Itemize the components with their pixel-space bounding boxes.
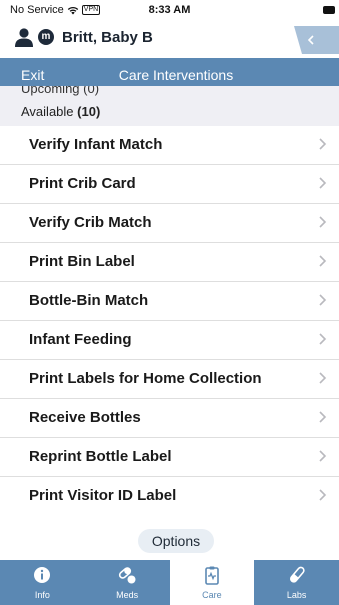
tab-info[interactable]: Info (0, 560, 85, 605)
chevron-right-icon (319, 294, 327, 306)
list-item-label: Verify Infant Match (29, 136, 163, 153)
chevron-right-icon (319, 333, 327, 345)
section-upcoming: Upcoming (0) (0, 86, 339, 98)
list-item-label: Reprint Bottle Label (29, 448, 172, 465)
list-item[interactable]: Verify Crib Match (0, 204, 339, 243)
patient-name: Britt, Baby B (62, 29, 153, 46)
list-item-label: Infant Feeding (29, 331, 132, 348)
section-available-count: (10) (77, 104, 101, 119)
section-available-label: Available (21, 104, 74, 119)
tab-meds[interactable]: Meds (85, 560, 170, 605)
list-item-label: Bottle-Bin Match (29, 292, 149, 309)
list-item[interactable]: Receive Bottles (0, 399, 339, 438)
patient-header[interactable]: m Britt, Baby B (0, 20, 339, 56)
options-button[interactable]: Options (138, 529, 214, 553)
patient-badge: m (38, 29, 54, 45)
clipboard-heartbeat-icon (205, 566, 219, 585)
chevron-right-icon (319, 177, 327, 189)
tab-label: Meds (116, 590, 139, 600)
chevron-right-icon (319, 450, 327, 462)
status-bar: No Service VPN 8:33 AM (0, 0, 339, 20)
list-item[interactable]: Print Visitor ID Label (0, 477, 339, 516)
list-item-label: Print Crib Card (29, 175, 136, 192)
chevron-right-icon (319, 255, 327, 267)
test-tube-icon (289, 566, 305, 583)
pills-icon (119, 567, 136, 584)
chevron-right-icon (319, 372, 327, 384)
list-item-label: Print Bin Label (29, 253, 135, 270)
info-icon (34, 567, 51, 583)
list-item[interactable]: Print Crib Card (0, 165, 339, 204)
list-item[interactable]: Infant Feeding (0, 321, 339, 360)
list-item[interactable]: Verify Infant Match (0, 126, 339, 165)
chevron-right-icon (319, 138, 327, 150)
list-item[interactable]: Print Bin Label (0, 243, 339, 282)
list-item[interactable]: Reprint Bottle Label (0, 438, 339, 477)
list-item-label: Verify Crib Match (29, 214, 152, 231)
chevron-right-icon (319, 216, 327, 228)
list-item[interactable]: Bottle-Bin Match (0, 282, 339, 321)
list-item-label: Print Visitor ID Label (29, 487, 177, 504)
person-icon (15, 28, 33, 47)
tab-label: Labs (286, 590, 307, 600)
chevron-right-icon (319, 411, 327, 423)
battery-icon (323, 6, 335, 14)
tab-care[interactable]: Care (169, 560, 255, 605)
tab-labs[interactable]: Labs (254, 560, 339, 605)
tab-label: Care (202, 590, 222, 600)
page-title: Care Interventions (118, 67, 234, 83)
list-item[interactable]: Print Labels for Home Collection (0, 360, 339, 399)
intervention-rows: Verify Infant Match Print Crib Card Verify… (0, 126, 339, 516)
section-available: Available (10) (0, 98, 339, 126)
interventions-list: Upcoming (0) Available (10) Verify Infan… (0, 86, 339, 560)
chevron-right-icon (319, 489, 327, 501)
app-screen: No Service VPN 8:33 AM m Britt, Baby B E… (0, 0, 339, 605)
status-time: 8:33 AM (148, 4, 191, 16)
list-item-label: Print Labels for Home Collection (29, 370, 262, 387)
collapse-tab[interactable] (294, 26, 339, 54)
options-area: Options (0, 524, 339, 560)
tab-bar: Info Meds Care Labs (0, 560, 339, 605)
tab-label: Info (34, 590, 50, 600)
list-item-label: Receive Bottles (29, 409, 141, 426)
